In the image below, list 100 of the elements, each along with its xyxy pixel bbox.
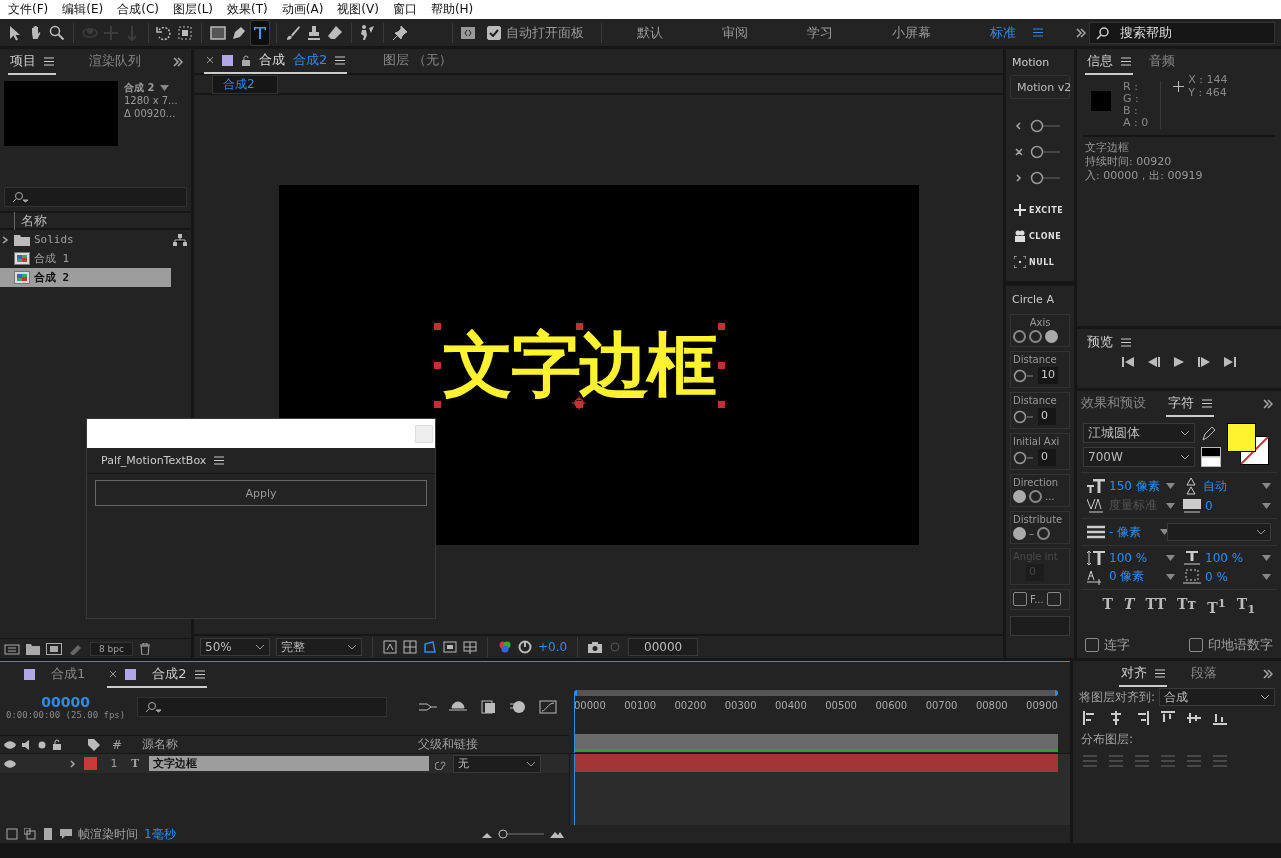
render-toggle-icon[interactable] [6,828,18,840]
tsume-value[interactable]: 0 % [1205,569,1258,584]
align-to-dropdown[interactable]: 合成 [1159,688,1275,706]
menu-item[interactable]: 编辑(E) [56,1,110,18]
font-family-dropdown[interactable]: 江城圆体 [1083,423,1195,443]
selection-handle[interactable] [575,322,583,330]
current-timecode[interactable]: 00000 [41,694,90,710]
radio-button[interactable] [1029,330,1042,343]
transparency-grid-icon[interactable] [403,640,417,654]
color-channels-icon[interactable] [498,640,512,654]
number-field[interactable]: 0 [1038,408,1056,425]
camera-icon[interactable] [588,641,603,653]
parent-dropdown[interactable]: 无 [453,754,541,773]
selection-handle[interactable] [717,400,725,408]
panel-tab[interactable]: 段落 [1189,661,1219,687]
align-icon[interactable] [1109,711,1123,725]
workspace-tab[interactable]: 学习 [779,23,861,42]
layer-name[interactable]: 文字边框 [149,756,429,771]
panel-tab[interactable]: 对齐 [1119,661,1167,687]
checkbox[interactable] [1046,592,1061,606]
grid-icon[interactable] [463,640,477,654]
menu-item[interactable]: 文件(F) [2,1,55,18]
resolution-dropdown[interactable]: 完整 [276,638,362,656]
zoom-slider[interactable] [497,829,544,839]
zoom-dropdown[interactable]: 50% [200,638,270,656]
graph-editor-icon[interactable] [539,700,558,714]
project-item[interactable]: Solids [0,230,191,249]
timeline-tab[interactable]: 合成2 [107,662,207,688]
frame-blending-icon[interactable] [479,700,498,714]
text-tool-icon[interactable] [251,20,270,45]
circle-line-icon[interactable] [1013,450,1035,465]
vertical-scale-value[interactable]: 100 % [1109,551,1162,565]
interpret-footage-icon[interactable] [4,642,20,655]
panel-tab[interactable]: 渲染队列 [86,49,143,75]
panel-tab[interactable]: 信息 [1085,49,1133,75]
layer-color-label[interactable] [84,757,97,770]
selection-handle[interactable] [717,361,725,369]
workspace-tab[interactable]: 标准 [962,23,1044,42]
project-item[interactable]: 合成 2 [0,268,171,287]
input-field[interactable] [1010,616,1070,636]
circle-line-icon[interactable] [1013,368,1035,383]
panel-tab[interactable]: 字符 [1166,391,1214,417]
bit-depth-button[interactable]: 8 bpc [90,641,133,656]
zoom-out-icon[interactable] [481,830,492,838]
align-icon[interactable] [1083,711,1097,725]
menu-item[interactable]: 合成(C) [111,1,165,18]
baseline-shift-value[interactable]: 0 像素 [1109,568,1162,585]
selection-handle[interactable] [575,400,583,408]
workspace-tab[interactable]: 默认 [609,23,691,42]
column-header[interactable]: 名称 [14,211,47,230]
text-style-button[interactable]: T$^{1}$ [1207,596,1226,616]
column-header[interactable]: # [112,737,123,752]
stroke-width-value[interactable]: - 像素 [1109,523,1156,541]
panel-tab[interactable]: 效果和预设 [1079,391,1148,417]
snapshot-region-icon[interactable] [383,640,397,654]
transfer-controls-icon[interactable] [42,828,54,840]
trash-icon[interactable] [138,642,151,655]
timeline-tab[interactable]: 合成1 [22,662,88,688]
motion-action-button[interactable]: NULL [1006,249,1074,275]
menu-item[interactable]: 效果(T) [221,1,274,18]
mask-path-icon[interactable] [423,640,437,654]
number-field[interactable]: 10 [1038,367,1058,384]
chat-icon[interactable] [60,828,72,840]
fill-stroke-swatch-icon[interactable] [1227,423,1269,465]
align-icon[interactable] [1135,711,1149,725]
radio-button[interactable] [1029,490,1042,503]
panel-tab[interactable]: Circle A [1010,286,1056,312]
panel-toggle-icon[interactable] [459,24,476,41]
text-style-button[interactable]: T [1124,596,1135,616]
panel-tab[interactable]: 音频 [1147,49,1177,75]
project-search-field[interactable] [4,187,187,207]
last-frame-icon[interactable] [1224,357,1236,367]
workspace-tab[interactable]: 小屏幕 [864,23,959,42]
motion-action-button[interactable]: CLONE [1006,223,1074,249]
motion-blur-icon[interactable] [509,700,528,714]
composition-flowchart-icon[interactable] [419,700,438,714]
workspace-tab[interactable]: 审阅 [694,23,776,42]
selection-handle[interactable] [433,322,441,330]
timecode-field[interactable]: 00000 [628,638,699,656]
number-field[interactable]: 0 [1038,449,1056,466]
layer-search-field[interactable] [137,697,388,717]
column-header[interactable]: 父级和链接 [418,736,479,753]
checkbox[interactable] [1013,592,1027,606]
search-input[interactable]: 搜索帮助 [1118,24,1268,41]
menu-icon[interactable] [1033,28,1043,37]
default-colors-icon[interactable] [1201,447,1221,467]
align-icon[interactable] [1213,711,1227,725]
leading-value[interactable]: 自动 [1203,477,1258,495]
text-style-button[interactable]: T$_{1}$ [1236,596,1256,616]
circle-line-icon[interactable] [1030,119,1060,133]
previous-frame-icon[interactable] [1148,357,1160,367]
font-style-dropdown[interactable]: 700W [1083,447,1195,467]
menu-item[interactable]: 动画(A) [275,1,330,18]
column-header[interactable]: 源名称 [142,736,413,753]
first-frame-icon[interactable] [1122,357,1134,367]
apply-button[interactable]: Apply [95,480,427,506]
menu-item[interactable]: 视图(V) [331,1,385,18]
play-icon[interactable] [1174,357,1184,367]
radio-button[interactable] [1013,490,1026,503]
motion-action-button[interactable]: EXCITE [1006,197,1074,223]
